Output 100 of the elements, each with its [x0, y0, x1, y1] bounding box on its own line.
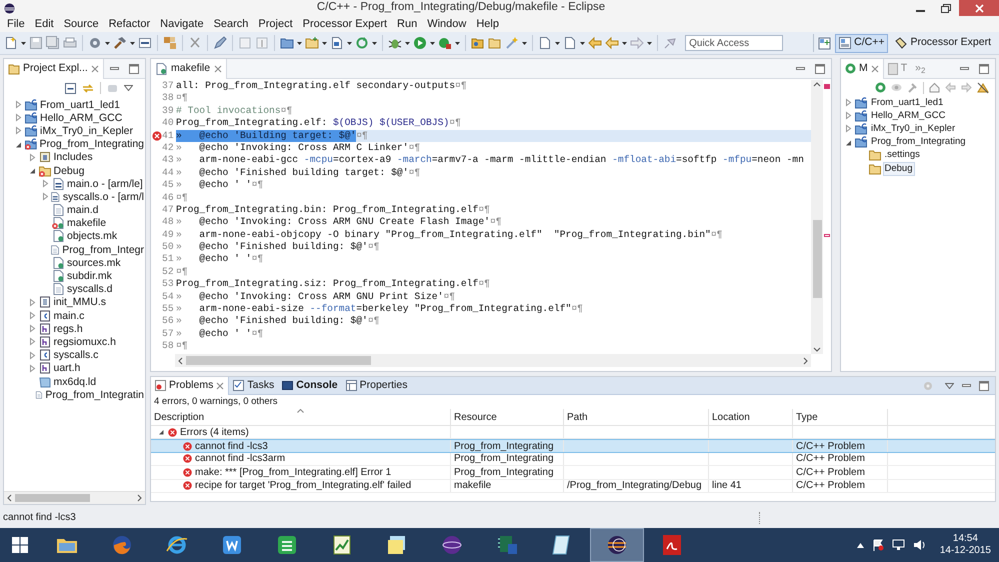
caret-up-icon[interactable]: [856, 542, 864, 548]
close-button[interactable]: [959, 0, 999, 16]
column-header[interactable]: Description: [151, 409, 451, 425]
view-menu-icon[interactable]: [124, 85, 133, 91]
view-tab[interactable]: Console: [296, 378, 338, 394]
collapse-all-icon[interactable]: [65, 82, 76, 94]
close-icon[interactable]: [90, 64, 99, 72]
close-icon[interactable]: [870, 64, 879, 72]
pen-icon[interactable]: [213, 36, 227, 50]
scroll-right-icon[interactable]: [136, 494, 143, 502]
close-icon[interactable]: [214, 64, 222, 72]
caret-icon[interactable]: [647, 42, 652, 44]
tree-item[interactable]: Debug: [882, 162, 914, 176]
cubes-icon[interactable]: [163, 36, 177, 50]
expand-arrow-icon[interactable]: [28, 152, 36, 162]
tree-item[interactable]: iMx_Try0_in_Kepler: [869, 122, 958, 136]
problem-row[interactable]: recipe for target 'Prog_from_Integrating.elf' failed makefile /Prog_from_Integrating/Debug line 41 C/C++ Problem: [151, 480, 995, 493]
problem-row[interactable]: cannot find -lcs3arm Prog_from_Integrating C/C++ Problem: [151, 452, 995, 466]
tree-item[interactable]: makefile: [66, 217, 108, 230]
problem-row[interactable]: cannot find -lcs3 Prog_from_Integrating C/C++ Problem: [151, 439, 995, 453]
error-marker[interactable]: [824, 234, 830, 237]
menu-item[interactable]: Edit: [30, 16, 59, 32]
vertical-scrollbar[interactable]: [811, 80, 823, 354]
tree-item[interactable]: Hello_ARM_GCC: [869, 108, 948, 123]
view-tab[interactable]: Properties: [360, 378, 408, 394]
expand-arrow-icon[interactable]: [844, 98, 853, 108]
close-icon[interactable]: [216, 382, 224, 390]
scroll-left-icon[interactable]: [6, 494, 13, 502]
tree-item[interactable]: Prog_from_Integr: [61, 244, 145, 256]
tree-item[interactable]: regs.h: [52, 322, 84, 335]
tree-item[interactable]: mx6dq.ld: [52, 376, 98, 388]
new-source-icon[interactable]: [330, 36, 344, 50]
caret-icon[interactable]: [130, 42, 135, 44]
external-tool-icon[interactable]: [438, 36, 452, 50]
caret-icon[interactable]: [405, 42, 410, 44]
pin-icon[interactable]: [663, 36, 677, 50]
binary-icon[interactable]: [138, 36, 152, 50]
speaker-icon[interactable]: [912, 539, 926, 551]
tree-item[interactable]: syscalls.c: [52, 349, 100, 362]
maximize-icon[interactable]: [979, 380, 989, 390]
expand-arrow-icon[interactable]: [844, 124, 853, 134]
caret-icon[interactable]: [372, 42, 377, 44]
tree-item[interactable]: subdir.mk: [66, 270, 113, 282]
caret-icon[interactable]: [105, 42, 110, 44]
tree-item[interactable]: init_MMU.s: [52, 296, 108, 308]
menu-item[interactable]: Processor Expert: [298, 16, 392, 32]
scroll-right-icon[interactable]: [802, 356, 809, 364]
expand-arrow-icon[interactable]: [28, 350, 36, 360]
caret-icon[interactable]: [430, 42, 435, 44]
tree-item[interactable]: sources.mk: [66, 256, 122, 269]
column-header[interactable]: Location: [709, 409, 793, 425]
column-header[interactable]: Path: [564, 409, 709, 425]
network-icon[interactable]: [892, 539, 905, 551]
caret-icon[interactable]: [297, 42, 302, 44]
expand-arrow-icon[interactable]: [28, 324, 36, 334]
caret-icon[interactable]: [455, 42, 460, 44]
perspective-button[interactable]: C/C++: [835, 34, 888, 52]
tree-item[interactable]: objects.mk: [66, 230, 118, 242]
caret-icon[interactable]: [622, 42, 627, 44]
target-icon[interactable]: [875, 82, 886, 93]
hide-filter-icon[interactable]: [977, 82, 989, 94]
view-tab[interactable]: M: [859, 60, 868, 76]
tree-item[interactable]: Prog_from_Integrating: [869, 135, 968, 150]
caret-icon[interactable]: [522, 42, 527, 44]
tree-item[interactable]: syscalls.o - [arm/l: [62, 190, 145, 203]
column-header[interactable]: Resource: [451, 409, 564, 425]
expand-arrow-icon[interactable]: [41, 192, 48, 202]
tree-item[interactable]: main.c: [52, 310, 86, 322]
editor-tab[interactable]: makefile: [151, 58, 228, 78]
open-perspective-icon[interactable]: [818, 36, 832, 50]
home-icon[interactable]: [929, 82, 940, 93]
expand-arrow-icon[interactable]: [28, 298, 36, 307]
expand-arrow-icon[interactable]: [14, 113, 23, 122]
open-folder-icon[interactable]: [471, 36, 485, 50]
cut-icon[interactable]: [188, 36, 202, 50]
collapse-arrow-icon[interactable]: [28, 166, 36, 176]
menu-item[interactable]: Run: [392, 16, 422, 32]
new-document-icon[interactable]: [4, 36, 18, 50]
view-menu-icon[interactable]: [945, 382, 954, 388]
menu-item[interactable]: Project: [253, 16, 298, 32]
expand-arrow-icon[interactable]: [14, 100, 23, 110]
expand-arrow-icon[interactable]: [28, 311, 36, 320]
restore-icon[interactable]: [941, 4, 951, 12]
menu-item[interactable]: File: [2, 16, 30, 32]
maximize-icon[interactable]: [129, 64, 139, 74]
menu-item[interactable]: Navigate: [155, 16, 209, 32]
tree-item[interactable]: From_uart1_led1: [39, 98, 121, 111]
tree-item[interactable]: main.o - [arm/le]: [66, 178, 144, 190]
tree-item[interactable]: From_uart1_led1: [869, 96, 946, 110]
expand-arrow-icon[interactable]: [41, 179, 50, 188]
menu-item[interactable]: Help: [471, 16, 504, 32]
flag-icon[interactable]: [872, 539, 884, 551]
tree-item[interactable]: uart.h: [52, 362, 82, 374]
next-annotation-icon[interactable]: [538, 36, 552, 50]
tree-item[interactable]: main.d: [66, 204, 100, 216]
tree-item[interactable]: Hello_ARM_GCC: [39, 112, 124, 124]
caret-icon[interactable]: [580, 42, 585, 44]
scroll-left-icon[interactable]: [177, 356, 184, 364]
printer-icon[interactable]: [63, 36, 77, 50]
scrollbar-thumb[interactable]: [812, 220, 822, 298]
